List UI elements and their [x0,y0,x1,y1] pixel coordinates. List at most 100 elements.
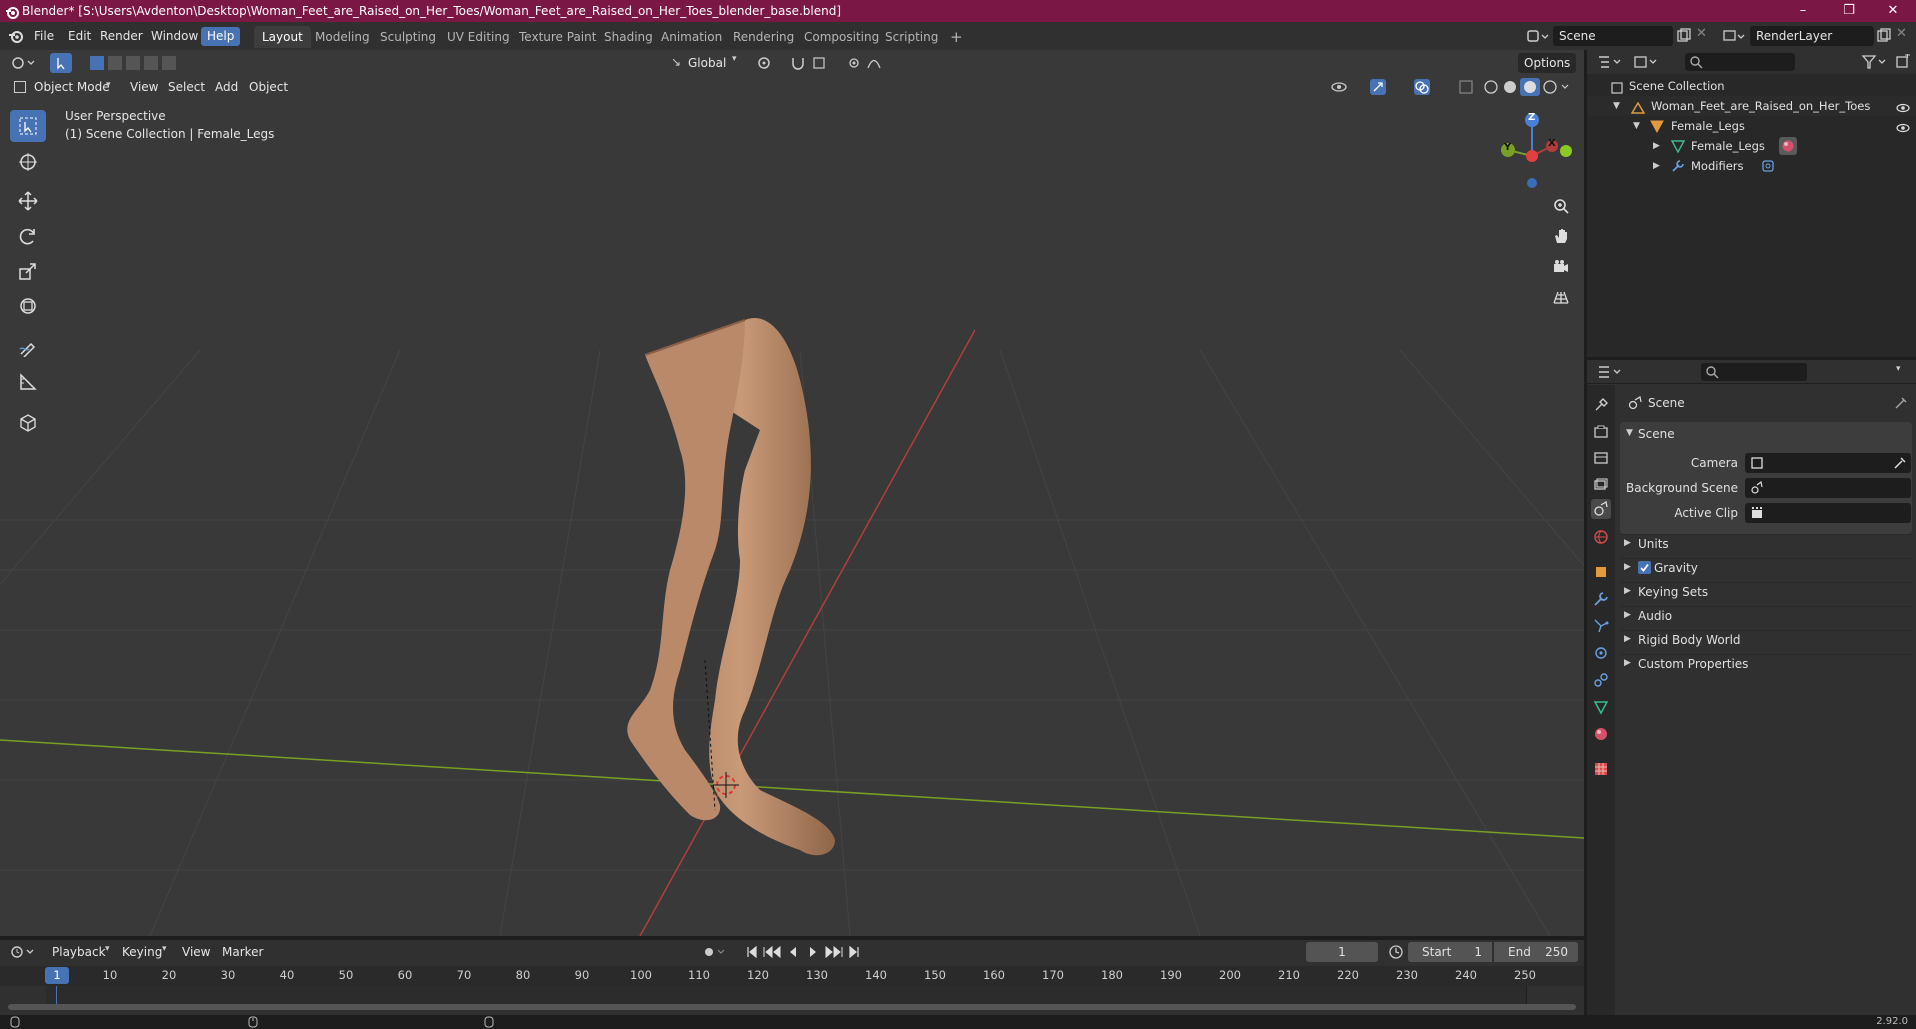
add-workspace-button[interactable]: + [942,26,971,48]
menu-view[interactable]: View [124,77,164,97]
tool-measure[interactable] [10,366,46,398]
new-renderlayer-icon[interactable] [1876,28,1892,44]
tab-object-icon[interactable] [1591,562,1611,582]
tab-material-icon[interactable] [1591,724,1611,744]
current-frame-indicator[interactable]: 1 [45,967,69,984]
delete-renderlayer-icon[interactable]: ✕ [1896,26,1912,44]
tab-modeling[interactable]: Modeling [307,26,378,48]
expand-arrow-icon[interactable]: ▶ [1624,610,1631,620]
xray-toggle-icon[interactable] [1458,78,1474,96]
subpanel-rigid-body-world-label[interactable]: Rigid Body World [1638,630,1741,650]
active-clip-field[interactable] [1745,503,1911,523]
tool-add-cube[interactable] [10,406,46,438]
tab-world-icon[interactable] [1591,527,1611,547]
outliner-row-scene-collection[interactable]: Scene Collection [1587,76,1916,96]
tool-cursor[interactable] [10,146,46,178]
expand-arrow-icon[interactable]: ▶ [1653,156,1660,176]
timeline-editor-type-icon[interactable] [10,944,38,960]
subpanel-units-label[interactable]: Units [1638,534,1669,554]
scene-panel-title[interactable]: Scene [1638,424,1675,444]
tool-rotate[interactable] [10,220,46,252]
tab-tool-icon[interactable] [1591,395,1611,415]
keying-menu[interactable]: Keying [116,942,168,962]
current-frame-field[interactable]: 1 [1306,942,1378,962]
tab-texture-icon[interactable] [1591,759,1611,779]
close-button[interactable]: ✕ [1870,0,1916,22]
camera-field[interactable] [1745,453,1911,473]
tab-texture-paint[interactable]: Texture Paint [511,26,604,48]
tab-modifiers-icon[interactable] [1591,589,1611,609]
tool-transform[interactable] [10,290,46,322]
select-tool-icon[interactable] [50,53,72,73]
start-frame-field[interactable]: Start 1 [1408,942,1492,962]
selection-mode-icons[interactable] [88,54,182,72]
expand-arrow-icon[interactable]: ▼ [1633,116,1640,136]
menu-render[interactable]: Render [94,27,149,46]
navigation-gizmo[interactable]: Z Y X [1488,108,1578,194]
tab-animation[interactable]: Animation [653,26,730,48]
expand-arrow-icon[interactable]: ▶ [1624,586,1631,596]
tab-sculpting[interactable]: Sculpting [372,26,444,48]
overlays-toggle-icon[interactable] [1412,78,1448,96]
visibility-eye-icon[interactable] [1896,100,1910,113]
playback-controls[interactable] [746,944,862,960]
marker-menu[interactable]: Marker [216,942,269,962]
filter-icon[interactable] [1861,54,1891,70]
subpanel-keying-sets-label[interactable]: Keying Sets [1638,582,1708,602]
display-mode-icon[interactable] [1633,54,1661,70]
expand-arrow-icon[interactable]: ▶ [1624,634,1631,644]
tool-move[interactable] [10,185,46,217]
tab-shading[interactable]: Shading [596,26,661,48]
tab-data-icon[interactable] [1591,697,1611,717]
minimize-button[interactable]: – [1780,0,1826,22]
outliner-search-input[interactable] [1685,53,1795,71]
editor-type-icon[interactable] [10,55,38,73]
tab-rendering[interactable]: Rendering [725,26,802,48]
delete-scene-icon[interactable]: ✕ [1696,26,1712,44]
3d-viewport[interactable] [0,50,1584,936]
outliner-row-female-legs-mesh[interactable]: ▶ Female_Legs [1587,136,1916,156]
clock-icon[interactable] [1388,944,1404,960]
new-collection-icon[interactable] [1895,53,1911,70]
menu-select[interactable]: Select [162,77,211,97]
options-dropdown[interactable]: Options [1518,53,1577,73]
tool-scale[interactable] [10,255,46,287]
record-icon[interactable] [702,944,728,960]
proportional-edit-icon[interactable] [846,54,894,72]
pan-hand-icon[interactable] [1547,222,1575,250]
female-legs-model[interactable] [627,318,835,856]
shading-modes-icons[interactable] [1482,78,1572,96]
object-mode-dropdown[interactable]: Object Mode [28,77,116,97]
menu-help[interactable]: Help [201,27,241,46]
tab-physics-icon[interactable] [1591,643,1611,663]
material-icon[interactable] [1779,137,1797,155]
expand-arrow-icon[interactable]: ▼ [1613,96,1620,116]
outliner-row-modifiers[interactable]: ▶ Modifiers [1587,156,1916,176]
visibility-icon[interactable] [1330,78,1356,96]
outliner-row-root-collection[interactable]: ▼ Woman_Feet_are_Raised_on_Her_Toes [1587,96,1916,116]
expand-arrow-icon[interactable]: ▶ [1624,658,1631,668]
gravity-checkbox[interactable] [1638,561,1651,574]
blender-menu-icon[interactable] [8,28,24,44]
playback-menu[interactable]: Playback [46,942,112,962]
outliner-editor-type-icon[interactable] [1597,54,1625,70]
menu-edit[interactable]: Edit [62,27,97,46]
menu-file[interactable]: File [28,27,60,46]
zoom-icon[interactable] [1547,192,1575,220]
tab-scripting[interactable]: Scripting [877,26,946,48]
tool-select-box[interactable] [10,110,46,142]
ortho-grid-icon[interactable] [1547,283,1575,311]
new-scene-icon[interactable] [1676,28,1692,44]
properties-editor-type-icon[interactable] [1597,364,1625,380]
scene-name-field[interactable]: Scene [1553,26,1673,46]
expand-arrow-icon[interactable]: ▶ [1624,538,1631,548]
outliner-row-female-legs-object[interactable]: ▼ Female_Legs [1587,116,1916,136]
menu-object[interactable]: Object [243,77,294,97]
renderlayer-selector-icon[interactable] [1722,28,1746,46]
subpanel-custom-properties-label[interactable]: Custom Properties [1638,654,1748,674]
renderlayer-name-field[interactable]: RenderLayer [1750,26,1874,46]
tab-compositing[interactable]: Compositing [796,26,887,48]
menu-add[interactable]: Add [209,77,244,97]
timeline-view-menu[interactable]: View [176,942,216,962]
maximize-button[interactable]: ❐ [1826,0,1872,22]
